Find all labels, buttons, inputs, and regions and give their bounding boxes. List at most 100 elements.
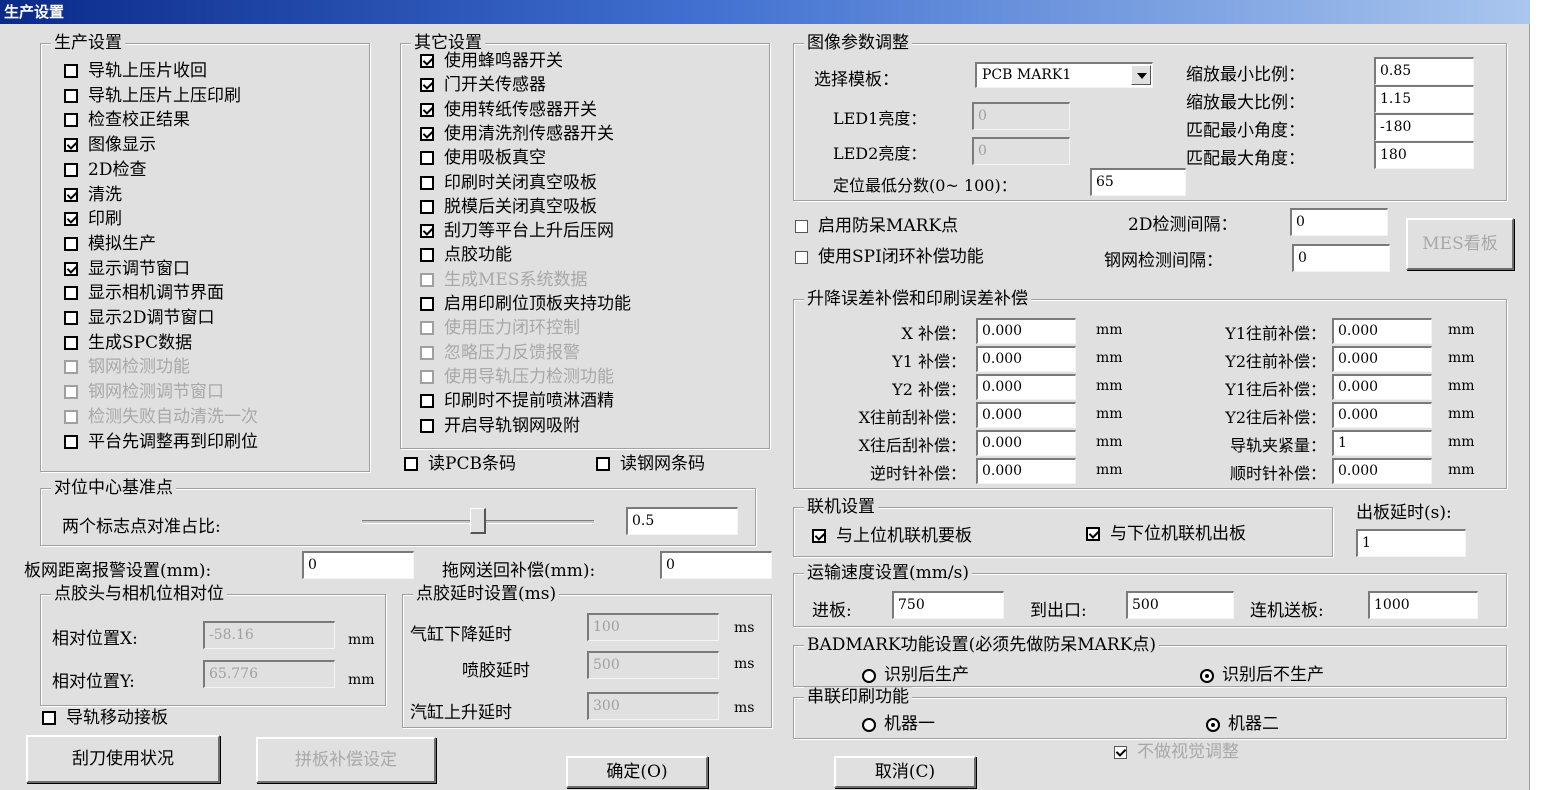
compensation-right-input[interactable]: 0.000 [1332,346,1432,372]
checkbox-box[interactable] [404,457,418,471]
led1-input[interactable]: 0 [972,102,1070,130]
checkbox-box[interactable] [64,286,78,301]
checkbox-box[interactable] [64,434,78,449]
serial-option-machine2[interactable]: 机器二 [1206,709,1279,734]
angle-min-input[interactable]: -180 [1374,113,1474,141]
cancel-button[interactable]: 取消(C) [834,756,976,788]
checkbox-box[interactable] [420,224,434,239]
template-select[interactable]: PCB MARK1 [975,62,1153,88]
min-score-input[interactable]: 65 [1090,168,1186,196]
production-item-checkbox[interactable]: 导轨上压片上压印刷 [64,85,241,107]
compensation-left-input[interactable]: 0.000 [976,346,1076,372]
checkbox-box[interactable] [64,113,78,128]
led2-input[interactable]: 0 [972,137,1070,165]
in-speed-input[interactable]: 750 [892,591,1004,619]
checkbox-box[interactable] [1086,527,1100,541]
read-stencil-barcode-checkbox[interactable]: 读钢网条码 [596,453,705,475]
production-item-checkbox[interactable]: 显示2D调节窗口 [64,307,214,329]
serial-option-machine1[interactable]: 机器一 [862,709,935,734]
production-item-checkbox[interactable]: 钢网检测功能 [64,356,190,378]
other-item-checkbox[interactable]: 使用蜂鸣器开关 [420,50,563,72]
checkbox-box[interactable] [64,385,78,400]
production-item-checkbox[interactable]: 清洗 [64,184,122,206]
production-item-checkbox[interactable]: 检测失败自动清洗一次 [64,406,258,428]
checkbox-box[interactable] [64,360,78,375]
production-item-checkbox[interactable]: 平台先调整再到印刷位 [64,431,258,453]
other-item-checkbox[interactable]: 印刷时不提前喷淋酒精 [420,390,614,412]
ratio-slider-thumb[interactable] [470,508,486,534]
cylinder-down-input[interactable]: 100 [587,613,719,641]
exit-speed-input[interactable]: 500 [1126,591,1234,619]
radio-button[interactable] [1200,668,1214,683]
other-item-checkbox[interactable]: 点胶功能 [420,244,512,266]
production-item-checkbox[interactable]: 检查校正结果 [64,109,190,131]
checkbox-box[interactable] [64,261,78,276]
checkbox-box[interactable] [64,162,78,177]
downstream-link-checkbox[interactable]: 与下位机联机出板 [1086,523,1246,545]
angle-max-input[interactable]: 180 [1374,141,1474,169]
other-item-checkbox[interactable]: 使用压力闭环控制 [420,317,580,339]
checkbox-box[interactable] [420,78,434,93]
checkbox-box[interactable] [64,64,78,78]
compensation-right-input[interactable]: 0.000 [1332,402,1432,428]
splice-compensation-button[interactable]: 拼板补偿设定 [256,737,436,783]
compensation-right-input[interactable]: 0.000 [1332,318,1432,344]
other-item-checkbox[interactable]: 印刷时关闭真空吸板 [420,172,597,194]
drag-comp-input[interactable]: 0 [660,551,772,579]
compensation-left-input[interactable]: 0.000 [976,458,1076,484]
checkbox-box[interactable] [420,151,434,166]
checkbox-box[interactable] [420,126,434,141]
production-item-checkbox[interactable]: 导轨上压片收回 [64,60,207,82]
spi-checkbox[interactable]: 使用SPI闭环补偿功能 [795,246,984,268]
chevron-down-icon[interactable] [1131,65,1151,85]
checkbox-box[interactable] [64,311,78,325]
checkbox-box[interactable] [64,335,78,350]
production-item-checkbox[interactable]: 模拟生产 [64,233,156,255]
checkbox-box[interactable] [64,138,78,153]
compensation-right-input[interactable]: 0.000 [1332,458,1432,484]
checkbox-box[interactable] [64,187,78,202]
compensation-right-input[interactable]: 1 [1332,430,1432,456]
checkbox-box[interactable] [420,102,434,117]
other-item-checkbox[interactable]: 使用导轨压力检测功能 [420,366,614,388]
compensation-left-input[interactable]: 0.000 [976,318,1076,344]
glue-y-input[interactable]: 65.776 [203,660,335,688]
other-item-checkbox[interactable]: 使用转纸传感器开关 [420,99,597,121]
production-item-checkbox[interactable]: 印刷 [64,208,122,230]
other-item-checkbox[interactable]: 开启导轨钢网吸附 [420,415,580,437]
other-item-checkbox[interactable]: 生成MES系统数据 [420,269,587,291]
board-gap-input[interactable]: 0 [302,551,414,579]
compensation-left-input[interactable]: 0.000 [976,374,1076,400]
compensation-left-input[interactable]: 0.000 [976,402,1076,428]
radio-button[interactable] [1206,717,1220,732]
checkbox-box[interactable] [64,212,78,227]
checkbox-box[interactable] [596,457,610,471]
checkbox-box[interactable] [420,394,434,409]
checkbox-box[interactable] [795,250,808,264]
other-item-checkbox[interactable]: 启用印刷位顶板夹持功能 [420,293,631,315]
checkbox-box[interactable] [420,199,434,214]
other-item-checkbox[interactable]: 刮刀等平台上升后压网 [420,220,614,242]
checkbox-box[interactable] [420,321,434,336]
radio-button[interactable] [862,668,876,683]
read-pcb-barcode-checkbox[interactable]: 读PCB条码 [404,453,516,475]
production-item-checkbox[interactable]: 显示相机调节界面 [64,282,224,304]
rail-move-checkbox[interactable]: 导轨移动接板 [42,707,168,729]
other-item-checkbox[interactable]: 使用清洗剂传感器开关 [420,123,614,145]
cylinder-up-input[interactable]: 300 [587,692,719,720]
out-delay-input[interactable]: 1 [1356,529,1466,557]
stencil-interval-input[interactable]: 0 [1292,244,1390,272]
ok-button[interactable]: 确定(O) [566,756,708,788]
checkbox-box[interactable] [420,248,434,263]
badmark-option-no-produce[interactable]: 识别后不生产 [1200,660,1324,685]
glue-x-input[interactable]: -58.16 [203,621,335,649]
checkbox-box[interactable] [64,236,78,251]
anti-mark-checkbox[interactable]: 启用防呆MARK点 [795,215,958,237]
production-item-checkbox[interactable]: 2D检查 [64,159,146,181]
other-item-checkbox[interactable]: 脱模后关闭真空吸板 [420,196,597,218]
checkbox-box[interactable] [420,272,434,287]
upstream-link-checkbox[interactable]: 与上位机联机要板 [812,525,972,547]
production-item-checkbox[interactable]: 钢网检测调节窗口 [64,381,224,403]
scale-max-input[interactable]: 1.15 [1374,85,1474,113]
production-item-checkbox[interactable]: 生成SPC数据 [64,332,192,354]
